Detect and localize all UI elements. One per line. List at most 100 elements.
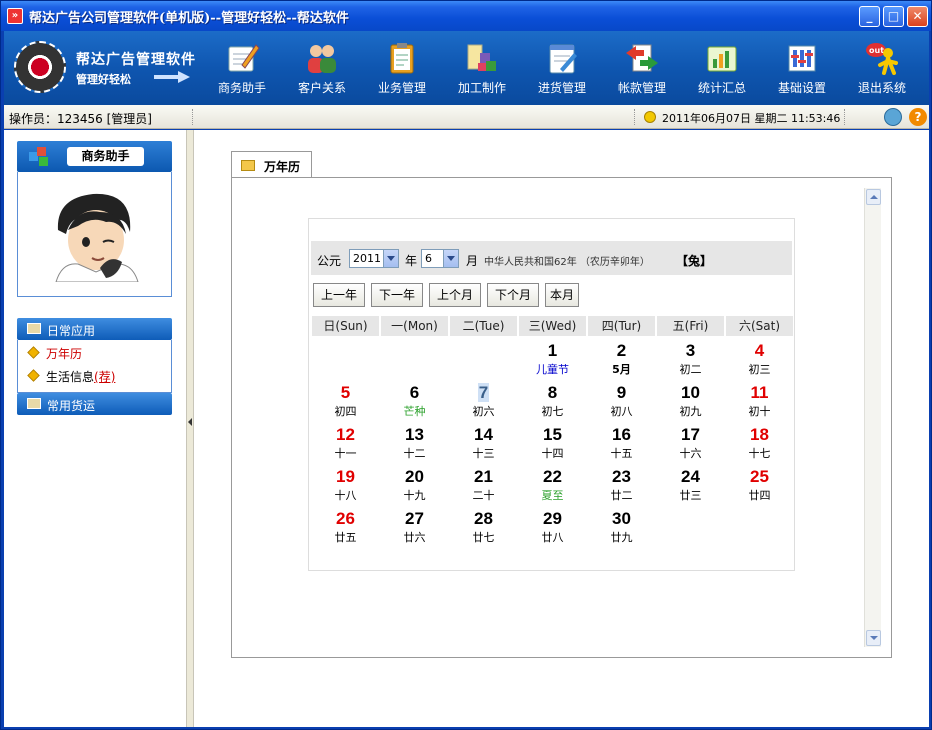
- calendar-day[interactable]: 5 初四: [312, 382, 379, 424]
- calendar-day[interactable]: 4 初三: [726, 340, 793, 382]
- calendar-day[interactable]: 16 十五: [588, 424, 655, 466]
- day-number-text: 6: [409, 383, 420, 402]
- weekday-header-cell: 五(Fri): [657, 316, 724, 336]
- window-title: 帮达广告公司管理软件(单机版)--管理好轻松--帮达软件: [29, 11, 349, 26]
- calendar-day[interactable]: 9 初八: [588, 382, 655, 424]
- calendar-day[interactable]: 19 十八: [312, 466, 379, 508]
- calendar-day[interactable]: 17 十六: [657, 424, 724, 466]
- day-number: 13: [381, 425, 448, 445]
- day-number-text: 12: [336, 425, 355, 444]
- scroll-up-button[interactable]: [866, 189, 881, 205]
- day-number: 6: [381, 383, 448, 403]
- day-number: 28: [450, 509, 517, 529]
- tool-accounts-management[interactable]: 帐款管理: [607, 37, 677, 99]
- tool-processing[interactable]: 加工制作: [447, 37, 517, 99]
- calendar-day[interactable]: 26 廿五: [312, 508, 379, 550]
- lunar-date: 十九: [403, 489, 426, 502]
- calendar-day[interactable]: 1 儿童节: [519, 340, 586, 382]
- tool-business-assistant[interactable]: 商务助手: [207, 37, 277, 99]
- avatar-panel: [17, 172, 172, 297]
- folder-icon: [27, 398, 41, 409]
- calendar-day[interactable]: 18 十七: [726, 424, 793, 466]
- tool-purchase-management[interactable]: 进货管理: [527, 37, 597, 99]
- calendar-day[interactable]: 23 廿二: [588, 466, 655, 508]
- calendar-day[interactable]: 22 夏至: [519, 466, 586, 508]
- day-number-text: 9: [616, 383, 627, 402]
- vertical-scrollbar[interactable]: [864, 188, 881, 647]
- status-bar: 操作员：123456 [管理员] 2011年06月07日 星期二 11:53:4…: [4, 105, 929, 129]
- day-number: 3: [657, 341, 724, 361]
- calendar-day[interactable]: 28 廿七: [450, 508, 517, 550]
- tool-statistics[interactable]: 统计汇总: [687, 37, 757, 99]
- calendar-day[interactable]: 29 廿八: [519, 508, 586, 550]
- sidebar-group-daily[interactable]: 日常应用: [17, 318, 172, 340]
- tool-basic-settings[interactable]: 基础设置: [767, 37, 837, 99]
- calendar-day[interactable]: 13 十二: [381, 424, 448, 466]
- lunar-date: 廿二: [610, 489, 633, 502]
- day-number-text: 7: [477, 383, 490, 402]
- recommend-tag[interactable]: (荐): [94, 370, 115, 384]
- maximize-button[interactable]: □: [883, 6, 904, 27]
- day-number: 19: [312, 467, 379, 487]
- zodiac-label: 【兔】: [676, 254, 713, 268]
- calendar-day[interactable]: 12 十一: [312, 424, 379, 466]
- day-number: 22: [519, 467, 586, 487]
- tool-label: 业务管理: [377, 81, 426, 95]
- this-month-button[interactable]: 本月: [545, 283, 579, 307]
- support-icon[interactable]: [884, 108, 902, 126]
- tool-exit-system[interactable]: out 退出系统: [847, 37, 917, 99]
- calendar-day[interactable]: 27 廿六: [381, 508, 448, 550]
- next-month-button[interactable]: 下个月: [487, 283, 539, 307]
- calendar-day[interactable]: 6 芒种: [381, 382, 448, 424]
- calendar-day[interactable]: 14 十三: [450, 424, 517, 466]
- calendar-day[interactable]: 3 初二: [657, 340, 724, 382]
- sidebar-group-freight[interactable]: 常用货运: [17, 393, 172, 415]
- lunar-date: 廿五: [334, 531, 357, 544]
- dropdown-arrow-icon[interactable]: [443, 250, 458, 267]
- minimize-button[interactable]: _: [859, 6, 880, 27]
- title-bar[interactable]: » 帮达广告公司管理软件(单机版)--管理好轻松--帮达软件 _ □ ✕: [1, 1, 931, 31]
- sidebar-splitter[interactable]: [186, 130, 194, 727]
- next-year-button[interactable]: 下一年: [371, 283, 423, 307]
- scroll-down-button[interactable]: [866, 630, 881, 646]
- calendar-day[interactable]: 8 初七: [519, 382, 586, 424]
- calendar-day[interactable]: 20 十九: [381, 466, 448, 508]
- tool-business-management[interactable]: 业务管理: [367, 37, 437, 99]
- calendar-day[interactable]: 7 初六: [450, 382, 517, 424]
- calendar-day[interactable]: 11 初十: [726, 382, 793, 424]
- day-number: 5: [312, 383, 379, 403]
- day-number-text: 15: [543, 425, 562, 444]
- chart-icon: [707, 46, 737, 72]
- calendar-day[interactable]: 24 廿三: [657, 466, 724, 508]
- prev-month-button[interactable]: 上个月: [429, 283, 481, 307]
- tool-label: 基础设置: [777, 81, 826, 95]
- content-frame: 公元 2011 年 6 月 中华人民共和国62年 （农历辛卯年） 【兔】 上一年…: [231, 177, 892, 658]
- year-select[interactable]: 2011: [349, 249, 399, 268]
- tab-calendar[interactable]: 万年历: [231, 151, 312, 178]
- tool-label: 商务助手: [217, 81, 266, 95]
- calendar-day[interactable]: 30 廿九: [588, 508, 655, 550]
- dropdown-arrow-icon[interactable]: [383, 250, 398, 267]
- close-button[interactable]: ✕: [907, 6, 928, 27]
- weekday-header-cell: 日(Sun): [312, 316, 379, 336]
- sidebar-panel-header: 商务助手: [17, 141, 172, 172]
- calendar-day[interactable]: 21 二十: [450, 466, 517, 508]
- collapse-arrow-icon[interactable]: [188, 418, 192, 426]
- day-number-text: 26: [336, 509, 355, 528]
- calendar-day[interactable]: 15 十四: [519, 424, 586, 466]
- logo-subtitle: 管理好轻松: [76, 73, 131, 86]
- calendar-day[interactable]: 2 5月: [588, 340, 655, 382]
- lunar-date: 初四: [334, 405, 357, 418]
- year-unit: 年: [405, 254, 418, 268]
- month-select[interactable]: 6: [421, 249, 459, 268]
- lunar-date: 廿四: [748, 489, 771, 502]
- lunar-date: 儿童节: [536, 363, 569, 376]
- clipboard-icon: [390, 43, 414, 74]
- help-icon[interactable]: ?: [909, 108, 927, 126]
- calendar-day[interactable]: 10 初九: [657, 382, 724, 424]
- day-number-text: 20: [405, 467, 424, 486]
- tool-customer-relations[interactable]: 客户关系: [287, 37, 357, 99]
- calendar-day[interactable]: 25 廿四: [726, 466, 793, 508]
- prev-year-button[interactable]: 上一年: [313, 283, 365, 307]
- day-number-text: 4: [754, 341, 765, 360]
